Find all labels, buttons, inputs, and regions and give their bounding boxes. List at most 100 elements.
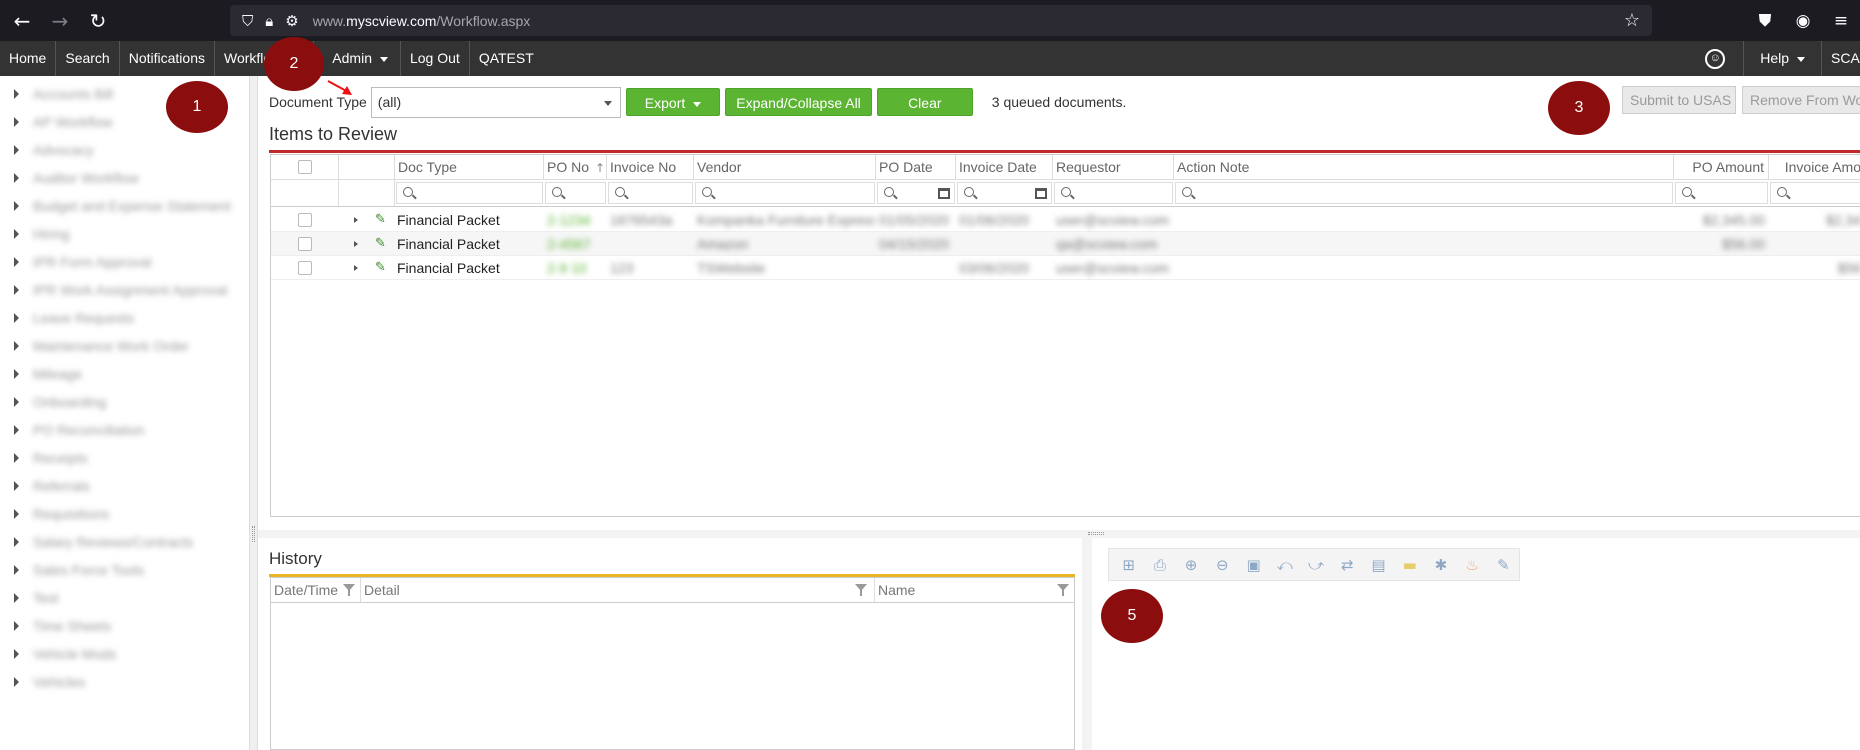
tree-item[interactable]: Advocacy bbox=[0, 136, 249, 164]
zoom-out-icon[interactable]: ⊖ bbox=[1211, 553, 1234, 577]
nav-help[interactable]: Help bbox=[1743, 41, 1822, 76]
col-doc-type[interactable]: Doc Type bbox=[395, 155, 544, 179]
filter-icon[interactable] bbox=[1057, 584, 1069, 596]
col-invoice-amount[interactable]: Invoice Amo bbox=[1769, 155, 1860, 179]
expand-arrow-icon[interactable] bbox=[14, 285, 19, 295]
expand-row-icon[interactable] bbox=[354, 241, 358, 247]
clear-button[interactable]: Clear bbox=[876, 88, 973, 116]
col-detail[interactable]: Detail bbox=[361, 578, 875, 602]
tree-item[interactable]: Maintenance Work Order bbox=[0, 332, 249, 360]
tree-item[interactable]: IPR Work Assignment Approval bbox=[0, 276, 249, 304]
remove-from-workflow-button[interactable]: Remove From Wo bbox=[1742, 86, 1860, 114]
filter-vendor[interactable] bbox=[695, 182, 875, 204]
zoom-in-icon[interactable]: ⊕ bbox=[1179, 553, 1202, 577]
filter-invoice-no[interactable] bbox=[608, 182, 693, 204]
expand-arrow-icon[interactable] bbox=[14, 313, 19, 323]
filter-po-no[interactable] bbox=[545, 182, 606, 204]
nav-home[interactable]: Home bbox=[0, 41, 57, 76]
nav-notifications[interactable]: Notifications bbox=[120, 41, 215, 76]
pocket-icon[interactable]: ⛊ bbox=[1746, 11, 1784, 31]
expand-arrow-icon[interactable] bbox=[14, 425, 19, 435]
expand-arrow-icon[interactable] bbox=[14, 621, 19, 631]
menu-icon[interactable]: ≡ bbox=[1822, 11, 1860, 31]
tree-item[interactable]: IPR Form Approval bbox=[0, 248, 249, 276]
horizontal-splitter[interactable] bbox=[258, 530, 1860, 538]
filter-po-amount[interactable] bbox=[1675, 182, 1768, 204]
shield-icon[interactable]: ⛉ bbox=[242, 12, 253, 30]
expand-arrow-icon[interactable] bbox=[14, 341, 19, 351]
filter-icon[interactable] bbox=[855, 584, 867, 596]
table-row[interactable]: ✎ Financial Packet 2-4567 Amazon 04/15/2020 q… bbox=[271, 232, 1860, 256]
expand-row-icon[interactable] bbox=[354, 265, 358, 271]
tree-item[interactable]: Vehicle Mods bbox=[0, 640, 249, 668]
url-bar[interactable]: ⛉ 🔒︎ ⚙ www.myscview.com/Workflow.aspx ☆ bbox=[230, 5, 1652, 36]
tree-item[interactable]: Onboarding bbox=[0, 388, 249, 416]
expand-arrow-icon[interactable] bbox=[14, 201, 19, 211]
tree-item[interactable]: Hiring bbox=[0, 220, 249, 248]
nav-search[interactable]: Search bbox=[56, 41, 120, 76]
tree-item[interactable]: Leave Requests bbox=[0, 304, 249, 332]
col-po-amount[interactable]: PO Amount bbox=[1674, 155, 1769, 179]
add-page-icon[interactable]: ⊞ bbox=[1117, 553, 1140, 577]
bookmark-star-icon[interactable]: ☆ bbox=[1624, 10, 1640, 31]
tree-item[interactable]: Mileage bbox=[0, 360, 249, 388]
expand-arrow-icon[interactable] bbox=[14, 537, 19, 547]
filter-invoice-date[interactable] bbox=[957, 182, 1052, 204]
annotate-icon[interactable]: ✎ bbox=[1492, 553, 1515, 577]
expand-collapse-button[interactable]: Expand/Collapse All bbox=[725, 88, 872, 116]
flip-icon[interactable]: ⇄ bbox=[1336, 553, 1359, 577]
reload-icon[interactable]: ↻ bbox=[79, 9, 117, 33]
vertical-splitter[interactable] bbox=[250, 76, 258, 750]
export-button[interactable]: Export bbox=[625, 88, 721, 116]
highlight-icon[interactable]: ▬ bbox=[1398, 553, 1421, 577]
filter-icon[interactable] bbox=[343, 584, 355, 596]
expand-arrow-icon[interactable] bbox=[14, 565, 19, 575]
fit-page-icon[interactable]: ▣ bbox=[1242, 553, 1265, 577]
forward-icon[interactable]: → bbox=[41, 9, 79, 33]
calendar-icon[interactable] bbox=[938, 188, 950, 199]
col-name[interactable]: Name bbox=[875, 578, 1075, 602]
expand-arrow-icon[interactable] bbox=[14, 229, 19, 239]
splitter-grip[interactable] bbox=[252, 526, 255, 542]
col-vendor[interactable]: Vendor bbox=[694, 155, 876, 179]
splitter-grip[interactable] bbox=[1088, 532, 1104, 535]
permissions-icon[interactable]: ⚙ bbox=[285, 12, 298, 30]
nav-logout[interactable]: Log Out bbox=[401, 41, 470, 76]
print-icon[interactable]: ⎙ bbox=[1148, 553, 1171, 577]
filter-invoice-amount[interactable] bbox=[1770, 182, 1860, 204]
expand-arrow-icon[interactable] bbox=[14, 677, 19, 687]
tree-item[interactable]: Time Sheets bbox=[0, 612, 249, 640]
filter-doc-type[interactable] bbox=[396, 182, 543, 204]
tree-item[interactable]: Sales Force Tools bbox=[0, 556, 249, 584]
tree-item[interactable]: Requisitions bbox=[0, 500, 249, 528]
expand-arrow-icon[interactable] bbox=[14, 453, 19, 463]
rotate-left-icon[interactable]: ⤺ bbox=[1273, 553, 1296, 577]
edit-pencil-icon[interactable]: ✎ bbox=[375, 256, 386, 280]
rotate-right-icon[interactable]: ⤻ bbox=[1304, 553, 1327, 577]
edit-pencil-icon[interactable]: ✎ bbox=[375, 208, 386, 232]
select-all-checkbox[interactable] bbox=[298, 160, 312, 174]
row-checkbox[interactable] bbox=[298, 261, 312, 275]
panel-splitter[interactable] bbox=[1082, 538, 1092, 750]
stamp-icon[interactable]: ✱ bbox=[1429, 553, 1452, 577]
tree-item[interactable]: Receipts bbox=[0, 444, 249, 472]
tree-item[interactable]: PO Reconciliation bbox=[0, 416, 249, 444]
edit-pencil-icon[interactable]: ✎ bbox=[375, 232, 386, 256]
expand-arrow-icon[interactable] bbox=[14, 257, 19, 267]
feedback-smiley-icon[interactable]: ☺ bbox=[1705, 48, 1726, 69]
expand-arrow-icon[interactable] bbox=[14, 145, 19, 155]
tree-item[interactable]: Salary Reviews/Contracts bbox=[0, 528, 249, 556]
calendar-icon[interactable] bbox=[1035, 188, 1047, 199]
nav-scad[interactable]: SCAD bbox=[1822, 41, 1860, 76]
col-po-no[interactable]: PO No ↑ bbox=[544, 155, 607, 179]
filter-action-note[interactable] bbox=[1175, 182, 1673, 204]
col-requestor[interactable]: Requestor bbox=[1053, 155, 1174, 179]
col-invoice-date[interactable]: Invoice Date bbox=[956, 155, 1053, 179]
expand-row-icon[interactable] bbox=[354, 217, 358, 223]
text-icon[interactable]: ▤ bbox=[1367, 553, 1390, 577]
submit-usas-button[interactable]: Submit to USAS bbox=[1622, 86, 1736, 114]
lock-icon[interactable]: 🔒︎ bbox=[265, 12, 273, 30]
expand-arrow-icon[interactable] bbox=[14, 89, 19, 99]
tree-item[interactable]: Auditor Workflow bbox=[0, 164, 249, 192]
expand-arrow-icon[interactable] bbox=[14, 593, 19, 603]
